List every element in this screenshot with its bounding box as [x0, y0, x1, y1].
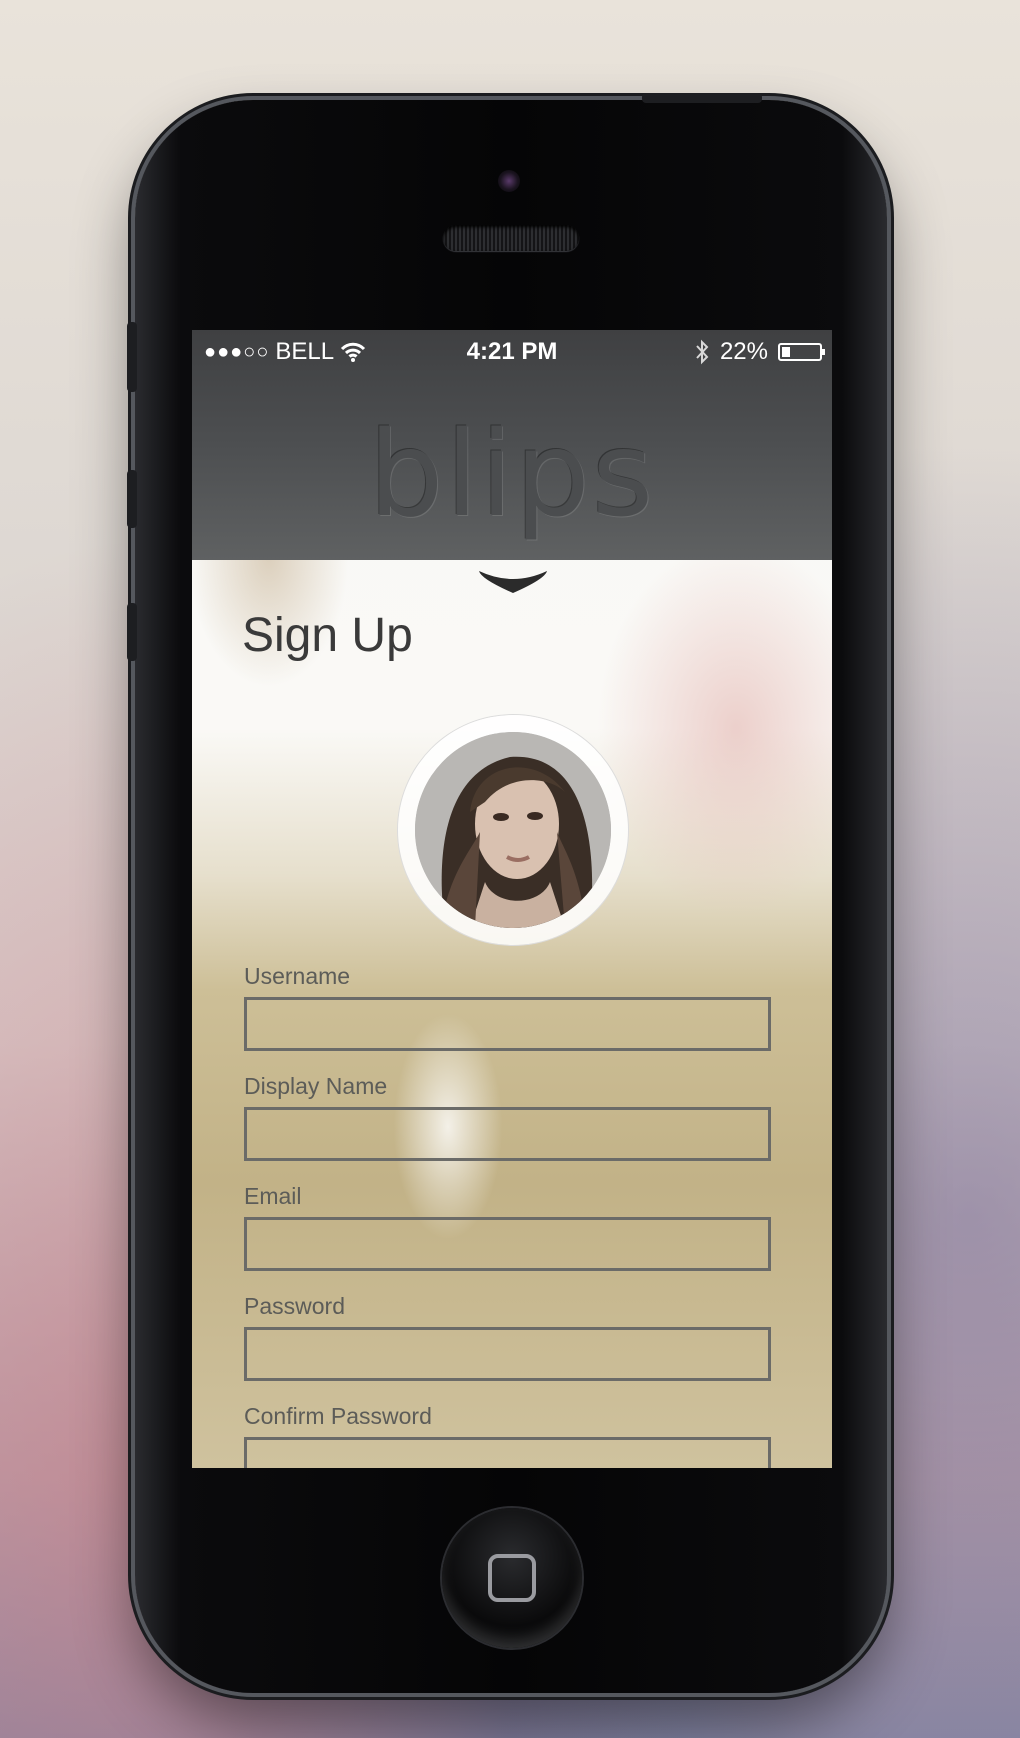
camera-icon — [498, 170, 520, 192]
volume-down-button — [127, 603, 137, 661]
page-title: Sign Up — [242, 609, 413, 662]
volume-up-button — [127, 470, 137, 528]
power-button — [642, 93, 762, 103]
confirm-password-label: Confirm Password — [244, 1403, 432, 1429]
home-button-icon — [488, 1554, 536, 1602]
battery-icon — [778, 343, 825, 361]
home-button[interactable] — [442, 1508, 582, 1648]
username-label: Username — [244, 963, 351, 989]
app-screen: ●●●○○ BELL 4:21 PM 22% blips Sign Up Use… — [192, 330, 832, 1468]
speaker-grille — [443, 225, 579, 251]
app-header: ●●●○○ BELL 4:21 PM 22% blips — [192, 330, 832, 560]
display-name-label: Display Name — [244, 1073, 388, 1099]
display-name-field[interactable] — [244, 1107, 771, 1161]
password-field[interactable] — [244, 1327, 771, 1381]
status-bar: ●●●○○ BELL 4:21 PM 22% — [192, 330, 832, 372]
chevron-down-icon[interactable] — [475, 565, 551, 595]
username-field[interactable] — [244, 997, 771, 1051]
password-label: Password — [244, 1293, 345, 1319]
mute-switch — [127, 322, 137, 392]
bluetooth-icon — [696, 339, 709, 365]
avatar — [415, 732, 611, 928]
confirm-password-field[interactable] — [244, 1437, 771, 1468]
email-label: Email — [244, 1183, 302, 1209]
app-logo: blips — [368, 405, 656, 543]
battery-percentage: 22% — [719, 338, 768, 365]
email-field[interactable] — [244, 1217, 771, 1271]
avatar-button[interactable] — [398, 715, 628, 945]
